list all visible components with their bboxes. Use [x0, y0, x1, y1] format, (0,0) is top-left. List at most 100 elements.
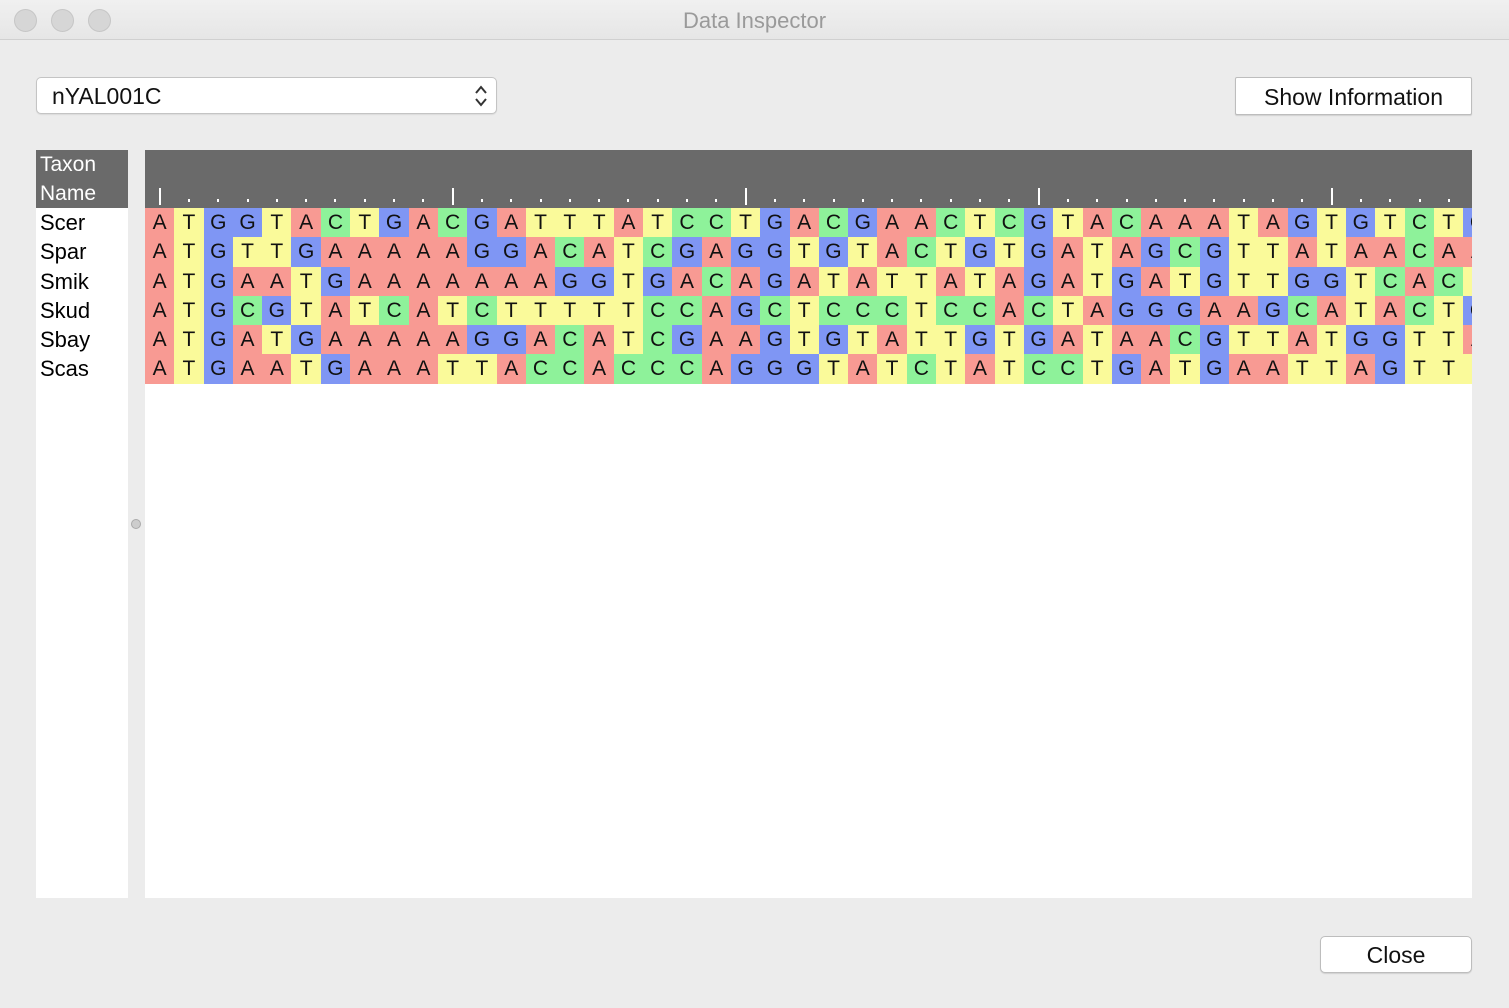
base-cell: G — [496, 237, 526, 267]
base-cell: G — [1111, 295, 1142, 326]
base-cell: A — [1199, 295, 1229, 326]
base-cell: C — [643, 325, 673, 355]
show-information-button[interactable]: Show Information — [1235, 77, 1472, 115]
base-cell: T — [1258, 266, 1288, 296]
base-cell: A — [965, 354, 995, 384]
base-cell: T — [936, 237, 966, 267]
taxon-name[interactable]: Sbay — [36, 325, 128, 354]
base-cell: T — [789, 237, 819, 267]
base-cell: A — [994, 295, 1024, 326]
ruler-minor-tick — [1418, 199, 1421, 202]
base-cell: C — [936, 295, 966, 326]
base-cell: A — [320, 295, 351, 326]
base-cell: A — [701, 325, 731, 355]
base-cell: G — [203, 266, 233, 296]
base-cell: A — [1228, 295, 1259, 326]
base-cell: G — [1023, 208, 1054, 238]
base-cell: G — [1141, 237, 1171, 267]
base-cell: A — [1346, 237, 1376, 267]
base-cell: G — [848, 208, 878, 238]
ruler-minor-tick — [393, 199, 396, 202]
taxon-name[interactable]: Spar — [36, 237, 128, 266]
base-cell: A — [1375, 237, 1405, 267]
base-cell: T — [555, 295, 585, 326]
base-cell: G — [1258, 295, 1288, 326]
base-cell: T — [1228, 237, 1259, 267]
base-cell: T — [584, 295, 614, 326]
base-cell: G — [1199, 325, 1229, 355]
taxon-name[interactable]: Smik — [36, 267, 128, 296]
base-cell: T — [174, 237, 204, 267]
base-cell: T — [965, 208, 995, 238]
sequence-alignment-view[interactable]: ATGGTACTGACGATTTATCCTGACGAACTCGTACAAATAG… — [145, 150, 1472, 898]
base-cell: A — [848, 266, 878, 296]
base-cell: C — [1111, 208, 1142, 238]
base-cell: C — [672, 354, 702, 384]
base-cell: C — [555, 325, 585, 355]
taxon-name[interactable]: Scas — [36, 354, 128, 383]
base-cell: T — [291, 266, 321, 296]
base-cell: T — [262, 208, 292, 238]
ruler-minor-tick — [1184, 199, 1187, 202]
base-cell: G — [203, 354, 233, 384]
ruler-minor-tick — [334, 199, 337, 202]
base-cell: T — [262, 325, 292, 355]
base-cell: T — [1287, 354, 1317, 384]
taxon-name[interactable]: Scer — [36, 208, 128, 237]
base-cell: T — [525, 295, 556, 326]
sequence-row: ATGTTGAAAAAGGACATCGAGGTGTACTGTGATAGCGTTA… — [145, 237, 1472, 267]
base-cell: G — [1287, 266, 1317, 296]
base-cell: A — [1287, 237, 1317, 267]
base-cell: A — [1258, 208, 1288, 238]
base-cell: A — [877, 208, 907, 238]
base-cell: T — [1082, 237, 1112, 267]
base-cell: A — [320, 237, 351, 267]
base-cell: C — [1404, 295, 1435, 326]
base-cell: T — [906, 295, 937, 326]
base-cell: A — [584, 354, 614, 384]
base-cell: T — [848, 237, 878, 267]
base-cell: T — [350, 208, 380, 238]
base-cell: T — [1228, 325, 1259, 355]
base-cell: C — [320, 208, 351, 238]
close-button[interactable]: Close — [1320, 936, 1472, 973]
base-cell: T — [1404, 354, 1435, 384]
base-cell: A — [408, 325, 438, 355]
base-cell: G — [672, 325, 702, 355]
up-down-chevron-icon — [475, 85, 487, 107]
base-cell: A — [496, 266, 526, 296]
base-cell: G — [818, 237, 849, 267]
pane-splitter-handle[interactable] — [131, 519, 141, 529]
base-cell: T — [818, 354, 849, 384]
locus-selector[interactable]: nYAL001C — [36, 77, 497, 114]
ruler-minor-tick — [422, 199, 425, 202]
base-cell: T — [1316, 237, 1347, 267]
base-cell: A — [1141, 354, 1171, 384]
base-cell: T — [1082, 354, 1112, 384]
ruler-minor-tick — [305, 199, 308, 202]
base-cell: T — [525, 208, 556, 238]
base-cell: G — [672, 237, 702, 267]
base-cell: T — [1346, 266, 1376, 296]
base-cell: T — [936, 354, 966, 384]
base-cell: A — [1258, 354, 1288, 384]
base-cell: T — [437, 295, 468, 326]
sequence-row: ATGAATGAAAAAAAGGTGACAGATATTATAGATGATGTTG… — [145, 266, 1472, 296]
base-cell: C — [555, 354, 585, 384]
ruler-minor-tick — [1008, 199, 1011, 202]
base-cell: G — [1170, 295, 1200, 326]
taxon-name[interactable]: Skud — [36, 296, 128, 325]
base-cell: G — [760, 354, 790, 384]
base-cell: A — [701, 295, 731, 326]
ruler-minor-tick — [861, 199, 864, 202]
base-cell: C — [906, 237, 937, 267]
base-cell: A — [584, 237, 614, 267]
base-cell: A — [1111, 325, 1142, 355]
ruler-minor-tick — [1213, 199, 1216, 202]
base-cell: C — [1170, 325, 1200, 355]
base-cell: A — [584, 325, 614, 355]
base-cell: A — [1228, 354, 1259, 384]
ruler-minor-tick — [920, 199, 923, 202]
base-cell: A — [1199, 208, 1229, 238]
base-cell: C — [1287, 295, 1317, 326]
